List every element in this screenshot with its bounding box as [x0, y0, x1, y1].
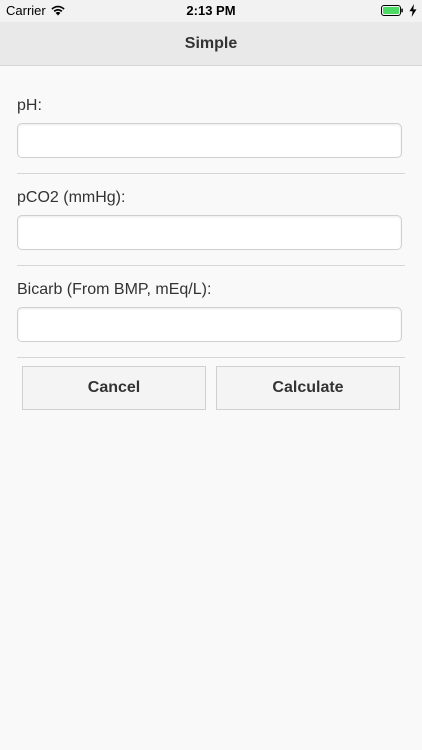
- clock-label: 2:13 PM: [186, 3, 236, 18]
- charging-bolt-icon: [409, 4, 417, 17]
- divider: [17, 173, 405, 174]
- battery-icon: [381, 5, 403, 16]
- ph-input[interactable]: [17, 123, 402, 158]
- cancel-button[interactable]: Cancel: [22, 366, 206, 410]
- ph-label: pH:: [17, 97, 42, 114]
- divider: [17, 357, 405, 358]
- calculate-button[interactable]: Calculate: [216, 366, 400, 410]
- bicarb-input[interactable]: [17, 307, 402, 342]
- page-title: Simple: [184, 35, 238, 52]
- divider: [17, 265, 405, 266]
- pco2-label: pCO2 (mmHg):: [17, 189, 126, 206]
- navigation-bar: Simple: [0, 22, 422, 66]
- bicarb-label: Bicarb (From BMP, mEq/L):: [17, 281, 212, 298]
- status-bar: Carrier 2:13 PM: [0, 0, 422, 22]
- pco2-input[interactable]: [17, 215, 402, 250]
